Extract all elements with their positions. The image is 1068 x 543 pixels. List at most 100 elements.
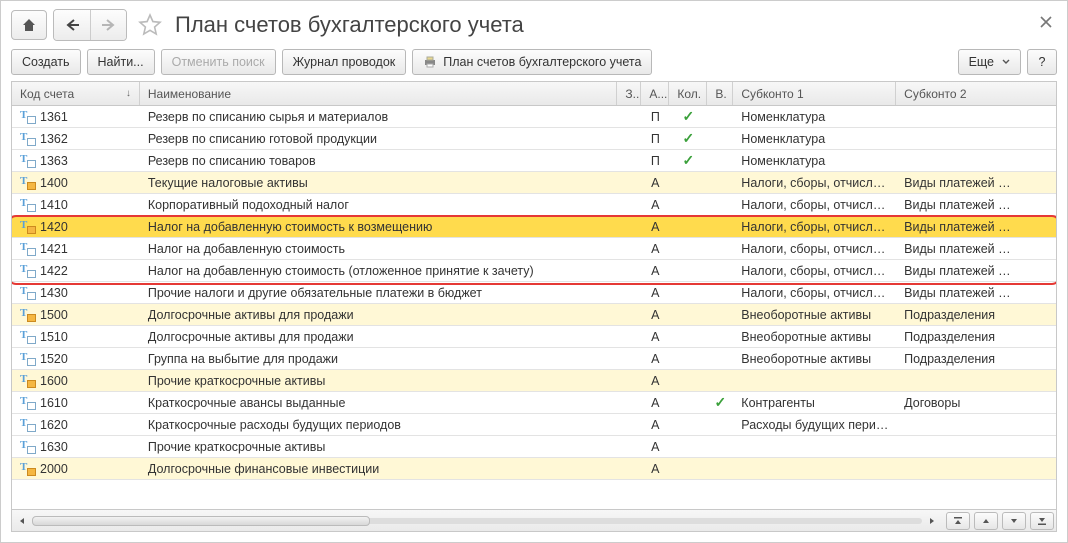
table-row[interactable]: 1630Прочие краткосрочные активыА [12, 436, 1056, 458]
account-leaf-icon [20, 352, 36, 366]
go-top-icon [953, 516, 963, 526]
subconto-2: Виды платежей … [896, 282, 1056, 303]
subconto-1: Внеоборотные активы [733, 348, 896, 369]
account-code: 1410 [40, 198, 68, 212]
account-name: Долгосрочные активы для продажи [140, 326, 618, 347]
create-button[interactable]: Создать [11, 49, 81, 75]
account-group-icon [20, 374, 36, 388]
subconto-1: Налоги, сборы, отчисл… [733, 260, 896, 281]
print-chart-button[interactable]: План счетов бухгалтерского учета [412, 49, 652, 75]
account-name: Группа на выбытие для продажи [140, 348, 618, 369]
col-name[interactable]: Наименование [140, 82, 618, 105]
col-z[interactable]: З... [617, 82, 641, 105]
table-row[interactable]: 2000Долгосрочные финансовые инвестицииА [12, 458, 1056, 480]
account-name: Налог на добавленную стоимость (отложенн… [140, 260, 618, 281]
account-code: 1500 [40, 308, 68, 322]
home-button[interactable] [11, 10, 47, 40]
next-row-button[interactable] [1002, 512, 1026, 530]
scroll-right-button[interactable] [924, 515, 940, 527]
check-icon: ✓ [715, 394, 725, 411]
find-button[interactable]: Найти... [87, 49, 155, 75]
help-button[interactable]: ? [1027, 49, 1057, 75]
table-row[interactable]: 1362 Резерв по списанию готовой продукции… [12, 128, 1056, 150]
go-down-icon [1009, 516, 1019, 526]
back-button[interactable] [54, 10, 90, 40]
page-title: План счетов бухгалтерского учета [175, 12, 524, 38]
account-code: 1422 [40, 264, 68, 278]
col-sub1[interactable]: Субконто 1 [733, 82, 896, 105]
subconto-1: Внеоборотные активы [733, 326, 896, 347]
table-row[interactable]: 1510Долгосрочные активы для продажиАВнео… [12, 326, 1056, 348]
account-code: 1362 [40, 132, 68, 146]
account-name: Налог на добавленную стоимость [140, 238, 618, 259]
table-row[interactable]: 1520Группа на выбытие для продажиАВнеобо… [12, 348, 1056, 370]
prev-row-button[interactable] [974, 512, 998, 530]
favorite-button[interactable] [135, 10, 165, 40]
subconto-1 [733, 436, 896, 457]
arrow-right-icon [101, 19, 117, 31]
table-row[interactable]: 1400Текущие налоговые активыАНалоги, сбо… [12, 172, 1056, 194]
go-bottom-icon [1037, 516, 1047, 526]
account-type: А [641, 348, 669, 369]
col-code[interactable]: Код счета ↓ [12, 82, 140, 105]
table-row[interactable]: 1361Резерв по списанию сырья и материало… [12, 106, 1056, 128]
account-type: А [641, 172, 669, 193]
account-code: 1421 [40, 242, 68, 256]
account-leaf-icon [20, 286, 36, 300]
col-v[interactable]: В. [707, 82, 733, 105]
table-row[interactable]: 1600Прочие краткосрочные активыА [12, 370, 1056, 392]
subconto-1: Номенклатура [733, 106, 896, 127]
accounts-table: Код счета ↓ Наименование З... А... Кол. … [11, 81, 1057, 532]
table-row[interactable]: 1620Краткосрочные расходы будущих период… [12, 414, 1056, 436]
subconto-2: Подразделения [896, 304, 1056, 325]
more-button[interactable]: Еще [958, 49, 1021, 75]
account-leaf-icon [20, 330, 36, 344]
scroll-left-button[interactable] [14, 515, 30, 527]
first-row-button[interactable] [946, 512, 970, 530]
account-name: Корпоративный подоходный налог [140, 194, 618, 215]
subconto-2: Виды платежей … [896, 238, 1056, 259]
last-row-button[interactable] [1030, 512, 1054, 530]
table-row[interactable]: 1363Резерв по списанию товаровП✓Номенкла… [12, 150, 1056, 172]
table-row[interactable]: 1422 Налог на добавленную стоимость (отло… [12, 260, 1056, 282]
col-kol[interactable]: Кол. [669, 82, 707, 105]
col-a[interactable]: А... [641, 82, 669, 105]
close-button[interactable] [1035, 11, 1057, 33]
account-type: А [641, 436, 669, 457]
account-type: А [641, 304, 669, 325]
subconto-1 [733, 370, 896, 391]
table-row[interactable]: 1500Долгосрочные активы для продажиАВнео… [12, 304, 1056, 326]
subconto-1: Налоги, сборы, отчисл… [733, 194, 896, 215]
account-type: П [641, 128, 669, 149]
account-code: 1600 [40, 374, 68, 388]
subconto-2: Виды платежей … [896, 172, 1056, 193]
table-row[interactable]: 1430Прочие налоги и другие обязательные … [12, 282, 1056, 304]
subconto-2: Виды платежей … [896, 260, 1056, 281]
account-name: Прочие налоги и другие обязательные плат… [140, 282, 618, 303]
scroll-thumb[interactable] [32, 516, 370, 526]
col-sub2[interactable]: Субконто 2 [896, 82, 1056, 105]
forward-button[interactable] [90, 10, 126, 40]
account-name: Налог на добавленную стоимость к возмеще… [140, 216, 618, 237]
account-group-icon [20, 220, 36, 234]
table-row[interactable]: 1420Налог на добавленную стоимость к воз… [12, 216, 1056, 238]
account-leaf-icon [20, 418, 36, 432]
subconto-1: Внеоборотные активы [733, 304, 896, 325]
account-leaf-icon [20, 396, 36, 410]
table-row[interactable]: 1410Корпоративный подоходный налогАНалог… [12, 194, 1056, 216]
subconto-1: Налоги, сборы, отчисл… [733, 172, 896, 193]
table-row[interactable]: 1610Краткосрочные авансы выданныеА✓Контр… [12, 392, 1056, 414]
check-icon: ✓ [677, 152, 699, 169]
account-name: Текущие налоговые активы [140, 172, 618, 193]
account-name: Прочие краткосрочные активы [140, 436, 618, 457]
table-header: Код счета ↓ Наименование З... А... Кол. … [12, 82, 1056, 106]
account-name: Резерв по списанию готовой продукции [140, 128, 618, 149]
subconto-2: Виды платежей … [896, 194, 1056, 215]
subconto-1: Налоги, сборы, отчисл… [733, 238, 896, 259]
table-row[interactable]: 1421Налог на добавленную стоимостьАНалог… [12, 238, 1056, 260]
journal-button[interactable]: Журнал проводок [282, 49, 407, 75]
subconto-2 [896, 458, 1056, 479]
subconto-2: Виды платежей … [896, 216, 1056, 237]
horizontal-scrollbar[interactable] [14, 515, 940, 527]
subconto-2 [896, 414, 1056, 435]
